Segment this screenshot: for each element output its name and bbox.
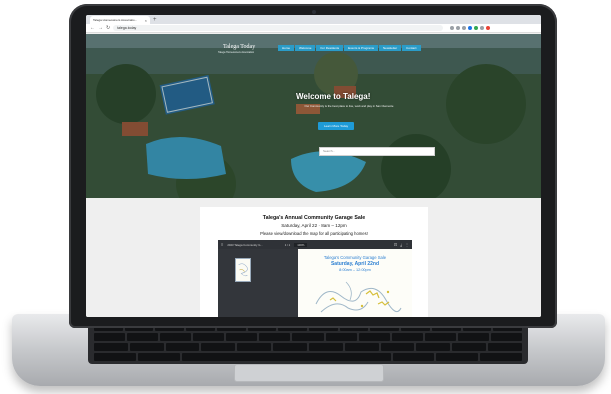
tab-title: Talega Homeowners Associatio... xyxy=(93,18,138,22)
extension-icon[interactable] xyxy=(468,26,473,30)
nav-item-welcome[interactable]: Welcome xyxy=(295,45,316,51)
hero-subheading: Our Community is the best place to live,… xyxy=(304,104,394,108)
pdf-viewer: ≡ 2023 Talega Community G... 1 / 1 100% … xyxy=(218,240,412,317)
browser-toolbar: ← → ↻ talega.today xyxy=(86,24,541,33)
new-tab-button[interactable]: + xyxy=(153,16,157,24)
browser-tab[interactable]: Talega Homeowners Associatio... × xyxy=(90,16,150,24)
pdf-doc-title: Talega's Community Garage Sale xyxy=(323,255,387,260)
pdf-zoom[interactable]: 100% xyxy=(294,242,308,247)
announcement-date: Saturday, April 22 · 8am – 12pm xyxy=(281,223,347,228)
extension-icon[interactable] xyxy=(462,26,467,30)
pdf-thumbnail[interactable] xyxy=(235,258,251,282)
hero-section: Talega Today Talega Homeowners Associati… xyxy=(86,34,541,198)
screen: Talega Homeowners Associatio... × + ← → … xyxy=(86,15,541,317)
announcement-card: Talega's Annual Community Garage Sale Sa… xyxy=(200,207,428,317)
content-section: Talega's Annual Community Garage Sale Sa… xyxy=(86,198,541,317)
nav-item-home[interactable]: Home xyxy=(278,45,295,51)
pdf-toolbar: ≡ 2023 Talega Community G... 1 / 1 100% … xyxy=(218,240,412,249)
extension-icon[interactable] xyxy=(474,26,479,30)
back-icon[interactable]: ← xyxy=(90,25,95,31)
hero-heading: Welcome to Talega! xyxy=(296,92,371,101)
extension-icon[interactable] xyxy=(450,26,455,30)
site-logo[interactable]: Talega Today xyxy=(223,44,255,50)
profile-avatar[interactable] xyxy=(486,26,491,30)
main-nav: Home Welcome For Residents Events & Prog… xyxy=(278,45,421,51)
webcam xyxy=(312,10,316,14)
extension-icons xyxy=(450,26,491,30)
nav-item-contact[interactable]: Contact xyxy=(402,45,421,51)
announcement-title: Talega's Annual Community Garage Sale xyxy=(262,215,366,221)
pdf-tools: ⊡ ⤓ ⋮ xyxy=(394,242,409,247)
forward-icon[interactable]: → xyxy=(98,25,103,31)
pdf-filename: 2023 Talega Community G... xyxy=(227,242,263,247)
nav-item-residents[interactable]: For Residents xyxy=(316,45,344,51)
pdf-doc-date: Saturday, April 22nd xyxy=(330,261,380,267)
pdf-doc-time: 8:00am – 12:00pm xyxy=(339,268,371,272)
laptop-mockup: Talega Homeowners Associatio... × + ← → … xyxy=(0,0,611,394)
extension-icon[interactable] xyxy=(480,26,485,30)
browser-tabbar: Talega Homeowners Associatio... × + xyxy=(86,15,541,24)
close-icon[interactable]: × xyxy=(145,18,147,23)
download-icon[interactable]: ⤓ xyxy=(400,242,402,247)
trackpad xyxy=(234,364,384,382)
extension-icon[interactable] xyxy=(456,26,461,30)
site-tagline: Talega Homeowners Association xyxy=(218,51,255,54)
pdf-page-indicator[interactable]: 1 / 1 xyxy=(285,243,290,247)
reload-icon[interactable]: ↻ xyxy=(106,25,110,31)
cta-button[interactable]: Learn More Today xyxy=(318,122,355,130)
pdf-page: Talega's Community Garage Sale Saturday,… xyxy=(298,249,412,317)
more-icon[interactable]: ⋮ xyxy=(405,242,409,247)
search-input[interactable]: Search... xyxy=(319,147,435,156)
address-bar[interactable]: talega.today xyxy=(113,25,444,31)
garage-sale-map xyxy=(315,281,402,313)
announcement-note: Please view/download the map for all par… xyxy=(260,231,368,236)
nav-item-newsletter[interactable]: Newsletter xyxy=(379,45,402,51)
nav-item-events[interactable]: Events & Programs xyxy=(344,45,378,51)
menu-icon[interactable]: ≡ xyxy=(221,242,223,247)
fit-page-icon[interactable]: ⊡ xyxy=(394,242,397,247)
pdf-thumbnail-pane xyxy=(218,249,298,317)
aerial-photo xyxy=(86,34,541,198)
